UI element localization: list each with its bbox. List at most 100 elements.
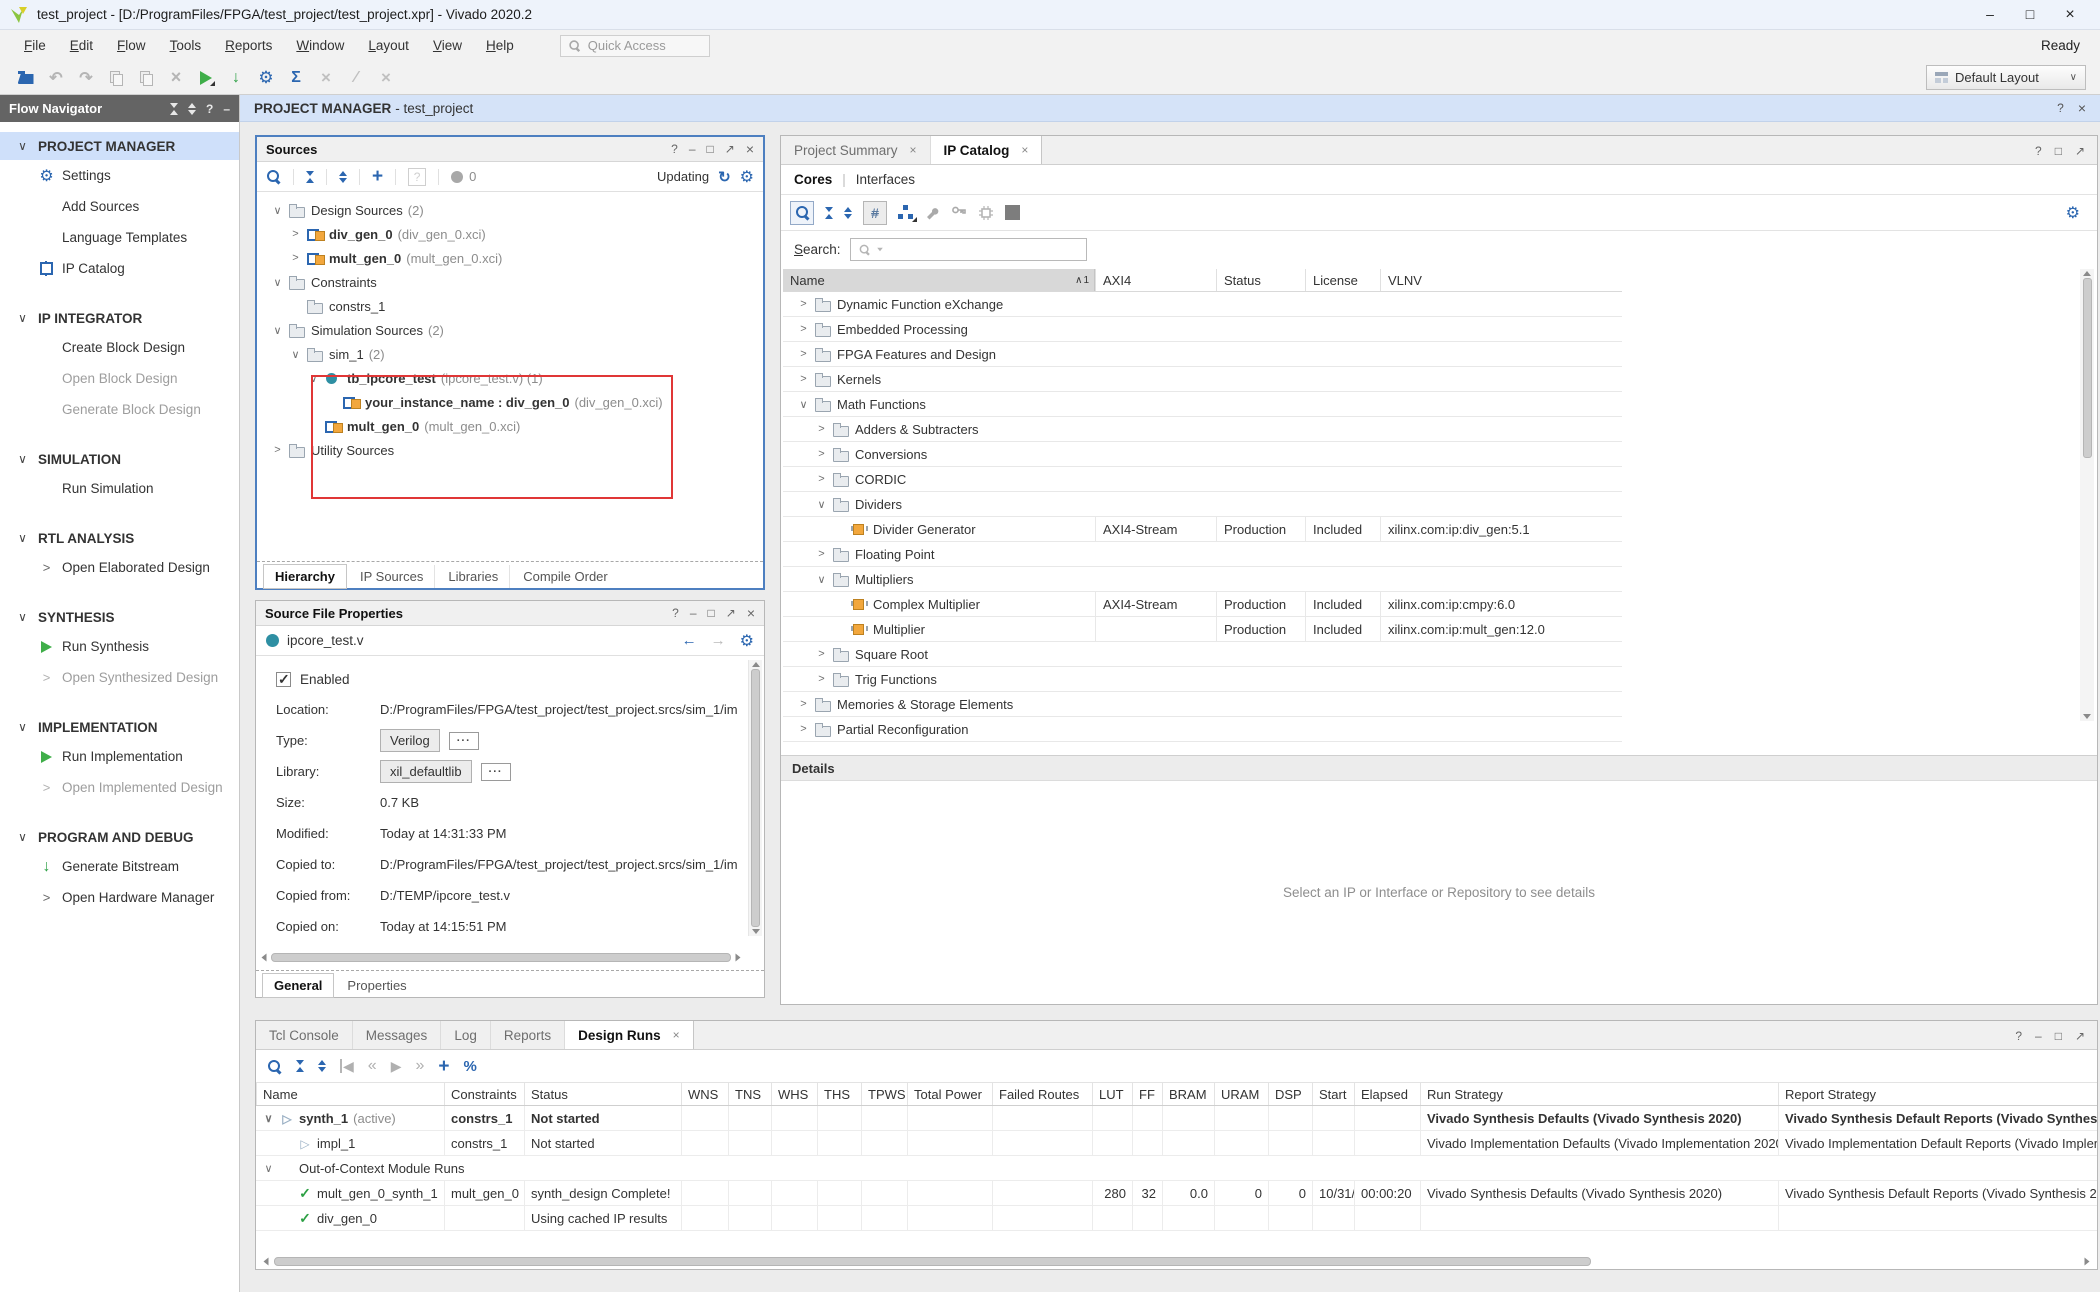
- details-toggle-icon[interactable]: [1005, 205, 1020, 220]
- quick-access-search[interactable]: Quick Access: [560, 35, 710, 57]
- flow-nav-row[interactable]: Open Hardware Manager: [0, 882, 239, 913]
- sfp-field-input[interactable]: Verilog: [380, 729, 440, 752]
- close-panel-icon[interactable]: [746, 141, 754, 157]
- document-tab[interactable]: Project Summary ×: [781, 136, 931, 164]
- sources-tab[interactable]: Hierarchy: [263, 564, 347, 589]
- ip-table-row[interactable]: Math Functions: [783, 392, 1622, 417]
- source-tree-row[interactable]: Simulation Sources (2): [257, 318, 763, 342]
- redo-button[interactable]: [72, 65, 100, 91]
- column-header[interactable]: Name: [256, 1083, 444, 1105]
- search-button[interactable]: [790, 201, 814, 225]
- expander-icon[interactable]: [289, 348, 302, 361]
- expander-icon[interactable]: [271, 324, 284, 337]
- expander-icon[interactable]: [797, 323, 810, 335]
- flow-nav-row[interactable]: Run Synthesis: [0, 631, 239, 662]
- minimize-panel-icon[interactable]: [690, 606, 697, 620]
- flow-nav-row[interactable]: Generate Bitstream: [0, 851, 239, 882]
- skip-to-start-icon[interactable]: ◀: [340, 1059, 354, 1073]
- design-run-row[interactable]: synth_1 (active) constrs_1 Not started: [256, 1106, 2097, 1131]
- copy-button[interactable]: [102, 65, 130, 91]
- fast-forward-icon[interactable]: »: [415, 1058, 424, 1074]
- forward-icon[interactable]: [711, 632, 726, 649]
- help-icon[interactable]: [671, 142, 678, 156]
- source-tree-row[interactable]: Design Sources (2): [257, 198, 763, 222]
- expander-icon[interactable]: [797, 373, 810, 385]
- ellipsis-button[interactable]: ···: [449, 732, 479, 750]
- source-tree-row[interactable]: mult_gen_0 (mult_gen_0.xci): [257, 246, 763, 270]
- column-header[interactable]: Status: [524, 1083, 681, 1105]
- expander-icon[interactable]: [797, 398, 810, 411]
- group-by-hierarchy-icon[interactable]: [898, 205, 913, 220]
- expander-icon[interactable]: [797, 723, 810, 735]
- interfaces-tab[interactable]: Interfaces: [856, 172, 915, 187]
- expander-icon[interactable]: [307, 372, 320, 385]
- column-header[interactable]: LUT: [1092, 1083, 1132, 1105]
- expander-icon[interactable]: [271, 204, 284, 217]
- scrollbar-thumb[interactable]: [274, 1257, 1591, 1266]
- minimize-icon[interactable]: [1970, 6, 2010, 24]
- menu-item[interactable]: Help: [474, 33, 526, 58]
- flow-nav-row[interactable]: Settings: [0, 160, 239, 191]
- expand-all-icon[interactable]: [318, 1060, 326, 1072]
- expander-icon[interactable]: [797, 698, 810, 710]
- design-run-row[interactable]: impl_1 constrs_1 Not started: [256, 1131, 2097, 1156]
- ip-table-row[interactable]: Multipliers: [783, 567, 1622, 592]
- source-tree-row[interactable]: mult_gen_0 (mult_gen_0.xci): [257, 414, 763, 438]
- ip-table-row[interactable]: Trig Functions: [783, 667, 1622, 692]
- help-icon[interactable]: [2015, 1028, 2022, 1043]
- column-header[interactable]: Run Strategy: [1420, 1083, 1778, 1105]
- collapse-all-icon[interactable]: [296, 1060, 304, 1072]
- scrollbar-thumb[interactable]: [271, 953, 731, 962]
- column-header-license[interactable]: License: [1305, 269, 1380, 291]
- scrollbar-thumb[interactable]: [2083, 278, 2092, 458]
- expander-icon[interactable]: [815, 423, 828, 435]
- scroll-up-icon[interactable]: [2083, 271, 2091, 276]
- scroll-right-icon[interactable]: [2085, 1258, 2090, 1266]
- close-tab-icon[interactable]: ×: [673, 1028, 680, 1042]
- percent-icon[interactable]: %: [463, 1059, 476, 1074]
- column-header-status[interactable]: Status: [1216, 269, 1305, 291]
- console-tab[interactable]: Tcl Console: [256, 1021, 353, 1049]
- menu-item[interactable]: Window: [284, 33, 356, 58]
- enabled-checkbox[interactable]: [276, 672, 291, 687]
- add-sources-icon[interactable]: +: [372, 167, 383, 186]
- ip-table-row[interactable]: Dynamic Function eXchange: [783, 292, 1622, 317]
- scroll-right-icon[interactable]: [736, 953, 741, 961]
- source-tree-row[interactable]: Constraints: [257, 270, 763, 294]
- column-header-axi4[interactable]: AXI4: [1095, 269, 1216, 291]
- maximize-icon[interactable]: [2010, 6, 2050, 24]
- scroll-left-icon[interactable]: [264, 1258, 269, 1266]
- horizontal-scrollbar[interactable]: [256, 1254, 2097, 1269]
- float-panel-icon[interactable]: [2075, 143, 2085, 158]
- console-tab[interactable]: Log: [441, 1021, 491, 1049]
- ip-table-row[interactable]: FPGA Features and Design: [783, 342, 1622, 367]
- design-run-row[interactable]: mult_gen_0_synth_1 mult_gen_0 synth_desi…: [256, 1181, 2097, 1206]
- expander-icon[interactable]: [262, 1112, 275, 1125]
- delete-button[interactable]: [162, 65, 190, 91]
- ip-table-row[interactable]: Kernels: [783, 367, 1622, 392]
- column-header[interactable]: Constraints: [444, 1083, 524, 1105]
- menu-item[interactable]: Reports: [213, 33, 284, 58]
- flow-nav-row[interactable]: SIMULATION: [0, 445, 239, 473]
- minimize-panel-icon[interactable]: [2035, 1028, 2042, 1043]
- ip-table-row[interactable]: Divider Generator AXI4-Stream Production…: [783, 517, 1622, 542]
- ip-table-row[interactable]: Partial Reconfiguration: [783, 717, 1622, 742]
- design-run-row[interactable]: div_gen_0 Using cached IP results: [256, 1206, 2097, 1231]
- expander-icon[interactable]: [797, 348, 810, 360]
- scroll-down-icon[interactable]: [752, 929, 760, 934]
- collapse-all-icon[interactable]: [825, 207, 833, 219]
- customize-wrench-icon[interactable]: [924, 205, 940, 221]
- search-icon[interactable]: [266, 169, 281, 184]
- column-header[interactable]: DSP: [1268, 1083, 1312, 1105]
- close-panel-icon[interactable]: [747, 605, 755, 621]
- help-icon[interactable]: [2057, 100, 2064, 116]
- ip-chip-icon[interactable]: [978, 205, 994, 221]
- settings-button[interactable]: [252, 65, 280, 91]
- close-icon[interactable]: [2078, 100, 2086, 116]
- refresh-icon[interactable]: [718, 168, 731, 186]
- ip-table-row[interactable]: CORDIC: [783, 467, 1622, 492]
- ip-table-row[interactable]: Adders & Subtracters: [783, 417, 1622, 442]
- gear-icon[interactable]: [740, 631, 754, 651]
- expand-all-icon[interactable]: [339, 171, 347, 183]
- scroll-up-icon[interactable]: [752, 662, 760, 667]
